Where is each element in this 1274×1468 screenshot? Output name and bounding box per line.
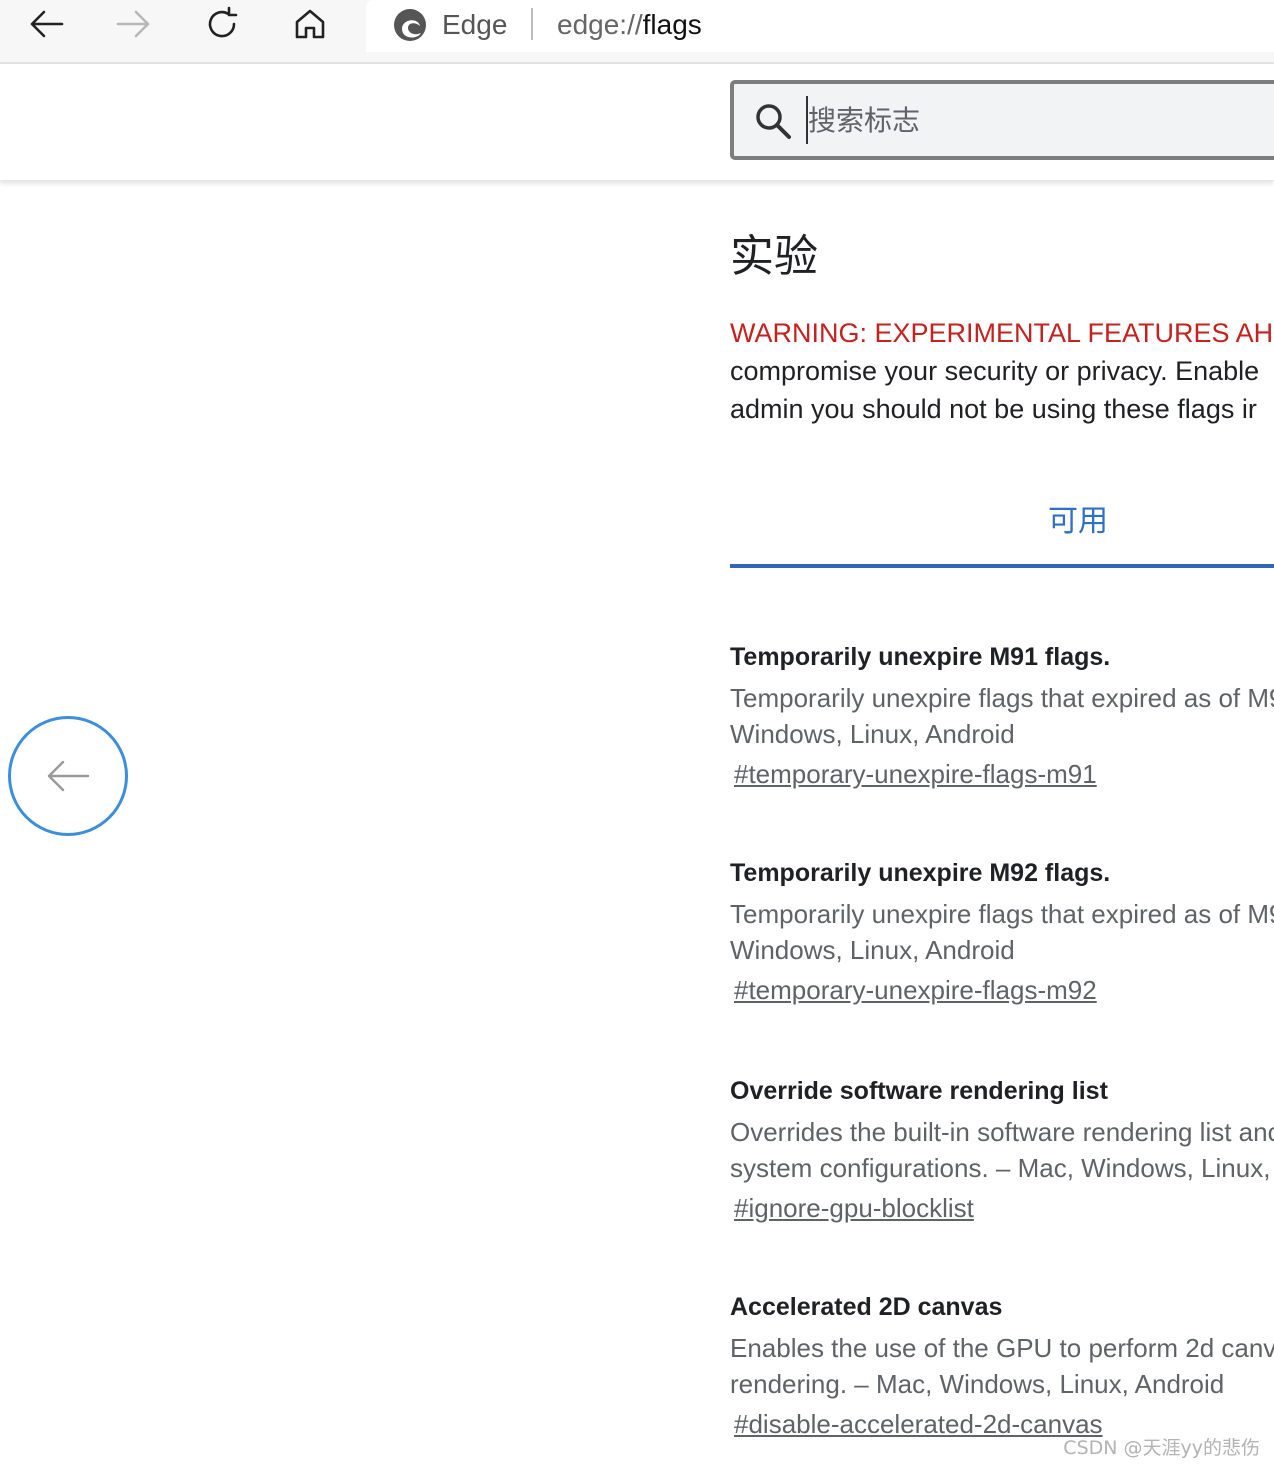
flag-description: Enables the use of the GPU to perform 2d…: [730, 1330, 1274, 1402]
watermark: CSDN @天涯yy的悲伤: [1063, 1437, 1260, 1459]
flag-item: Temporarily unexpire M92 flags. Temporar…: [730, 856, 1274, 1008]
flag-platforms: Windows, Linux, Android: [730, 935, 1015, 965]
flag-description-line: Temporarily unexpire flags that expired …: [730, 683, 1274, 713]
search-box[interactable]: [730, 80, 1274, 160]
flag-title: Temporarily unexpire M91 flags.: [730, 643, 1111, 671]
flag-item: Temporarily unexpire M91 flags. Temporar…: [730, 640, 1274, 792]
flag-link[interactable]: #temporary-unexpire-flags-m91: [734, 756, 1097, 792]
url-path: flags: [642, 9, 702, 40]
flag-description-line: Temporarily unexpire flags that expired …: [730, 899, 1274, 929]
edge-logo-icon: [394, 9, 426, 41]
browser-toolbar: Edge edge://flags: [0, 0, 1274, 64]
flag-title: Temporarily unexpire M92 flags.: [730, 859, 1111, 887]
tab-available-label: 可用: [1048, 504, 1108, 539]
flag-item: Override software rendering list Overrid…: [730, 1074, 1274, 1226]
back-arrow-icon: [47, 760, 90, 792]
search-input[interactable]: [806, 96, 1268, 144]
forward-button[interactable]: [110, 2, 158, 46]
tab-available[interactable]: 可用: [730, 490, 1274, 568]
swipe-back-button[interactable]: [8, 716, 128, 836]
flags-header: [0, 64, 1274, 181]
flag-title: Accelerated 2D canvas: [730, 1293, 1003, 1321]
flag-description-line: Enables the use of the GPU to perform 2d…: [730, 1333, 1274, 1363]
browser-window: Edge edge://flags 实验 WARNING: EXPERIMENT…: [0, 0, 1274, 1468]
flag-platforms: Windows, Linux, Android: [730, 719, 1015, 749]
tab-active-underline: [730, 564, 1274, 568]
address-bar[interactable]: Edge edge://flags: [366, 0, 1274, 52]
warning-text-line: compromise your security or privacy. Ena…: [730, 356, 1260, 386]
back-button[interactable]: [22, 2, 70, 46]
flag-title: Override software rendering list: [730, 1077, 1108, 1105]
url-text: edge://flags: [557, 8, 702, 42]
flag-platforms: rendering. – Mac, Windows, Linux, Androi…: [730, 1369, 1225, 1399]
warning-message: WARNING: EXPERIMENTAL FEATURES AHEA comp…: [730, 314, 1274, 428]
search-icon: [756, 104, 791, 139]
flag-item: Accelerated 2D canvas Enables the use of…: [730, 1290, 1274, 1442]
flag-platforms: system configurations. – Mac, Windows, L…: [730, 1153, 1271, 1183]
flag-description: Overrides the built-in software renderin…: [730, 1114, 1274, 1186]
site-name: Edge: [442, 9, 508, 40]
forward-arrow-icon: [116, 10, 150, 38]
flag-description: Temporarily unexpire flags that expired …: [730, 896, 1274, 968]
home-button[interactable]: [286, 2, 334, 46]
refresh-button[interactable]: [198, 2, 246, 46]
flag-link[interactable]: #temporary-unexpire-flags-m92: [734, 972, 1097, 1008]
address-divider: [531, 8, 533, 40]
flag-description-line: Overrides the built-in software renderin…: [730, 1117, 1274, 1147]
page-title: 实验: [730, 231, 818, 282]
flag-description: Temporarily unexpire flags that expired …: [730, 680, 1274, 752]
home-icon: [295, 9, 325, 39]
flag-link[interactable]: #ignore-gpu-blocklist: [734, 1190, 974, 1226]
flag-link[interactable]: #disable-accelerated-2d-canvas: [734, 1406, 1103, 1442]
warning-text-line: admin you should not be using these flag…: [730, 394, 1257, 424]
refresh-icon: [208, 6, 238, 38]
warning-heading: WARNING: EXPERIMENTAL FEATURES AHEA: [730, 318, 1274, 348]
back-arrow-icon: [30, 10, 64, 38]
url-scheme: edge://: [557, 9, 643, 40]
